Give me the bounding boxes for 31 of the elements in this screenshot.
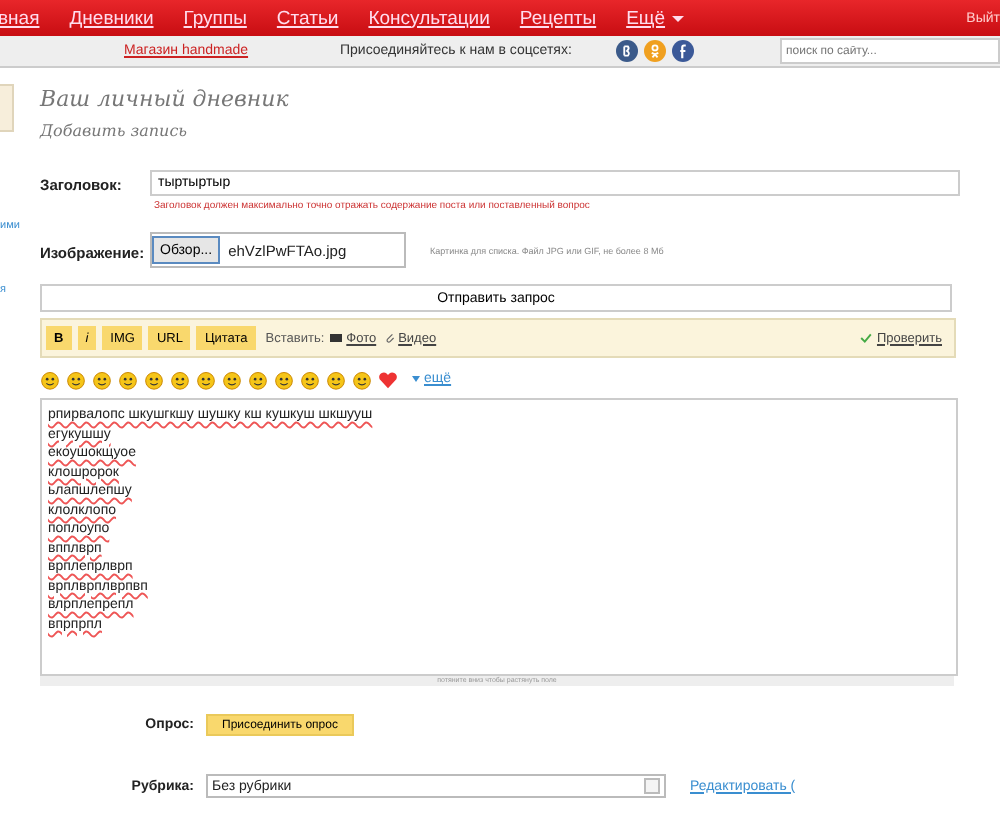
- check-icon: [860, 332, 873, 344]
- smiley-icon[interactable]: [196, 369, 216, 389]
- caret-icon: [671, 15, 684, 21]
- nav-link[interactable]: Рецепты: [519, 7, 597, 29]
- facebook-icon[interactable]: [672, 40, 694, 62]
- smiley-icon[interactable]: [170, 369, 190, 389]
- smiley-icon[interactable]: [222, 369, 242, 389]
- smiley-icon[interactable]: [144, 369, 164, 389]
- smiley-icon[interactable]: [248, 369, 268, 389]
- nav-link[interactable]: Дневники: [69, 7, 154, 29]
- smiley-icon[interactable]: [352, 369, 372, 389]
- smiley-icon[interactable]: [118, 369, 138, 389]
- nav-link[interactable]: Статьи: [276, 7, 339, 29]
- smiley-icon[interactable]: [92, 369, 112, 389]
- caret-icon: [412, 376, 420, 382]
- nav-link[interactable]: вная: [0, 7, 40, 29]
- nav-link[interactable]: Консультации: [368, 7, 490, 29]
- smiley-icon[interactable]: [300, 369, 320, 389]
- paperclip-icon: [384, 332, 397, 344]
- nav-link[interactable]: Ещё: [626, 7, 684, 29]
- smiley-icon[interactable]: [274, 369, 294, 389]
- page-title: Ваш личный дневник: [40, 86, 291, 112]
- camera-icon: [330, 334, 343, 342]
- smiley-icon[interactable]: [40, 369, 60, 389]
- sidebar-panel: [0, 84, 14, 132]
- nav-link[interactable]: Группы: [183, 7, 247, 29]
- page-subtitle: Добавить запись: [40, 122, 190, 140]
- vk-icon[interactable]: [616, 40, 638, 62]
- smiley-icon[interactable]: [66, 369, 86, 389]
- heart-icon[interactable]: [378, 369, 398, 389]
- smiley-icon[interactable]: [326, 369, 346, 389]
